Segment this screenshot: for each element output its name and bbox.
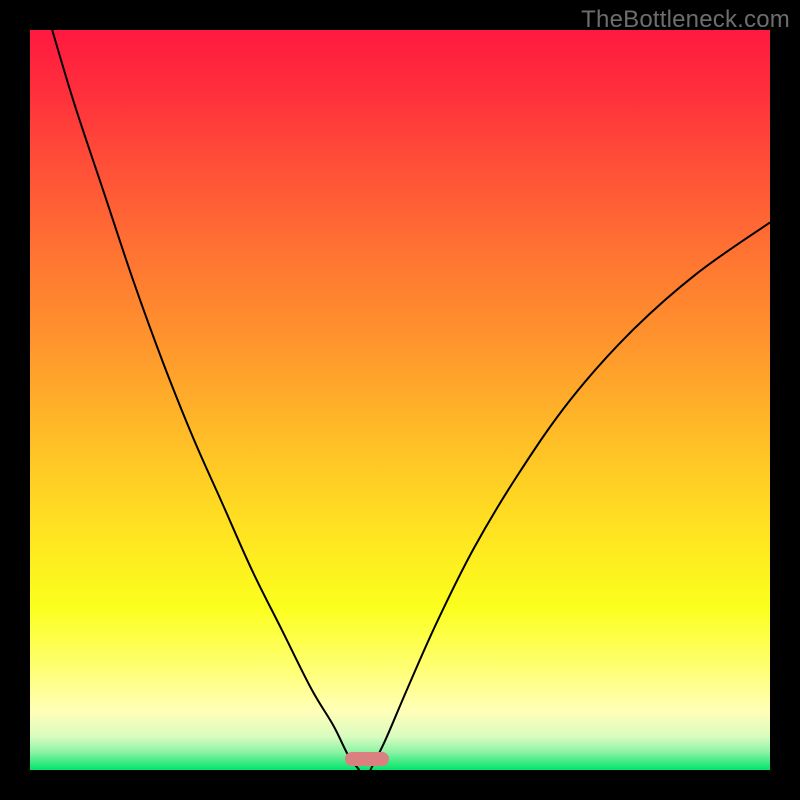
curves-layer [30,30,770,770]
watermark-text: TheBottleneck.com [581,6,790,34]
right-curve [370,222,770,770]
chart-frame: TheBottleneck.com [0,0,800,800]
left-curve [52,30,359,770]
optimum-marker [345,752,389,766]
plot-area [30,30,770,770]
